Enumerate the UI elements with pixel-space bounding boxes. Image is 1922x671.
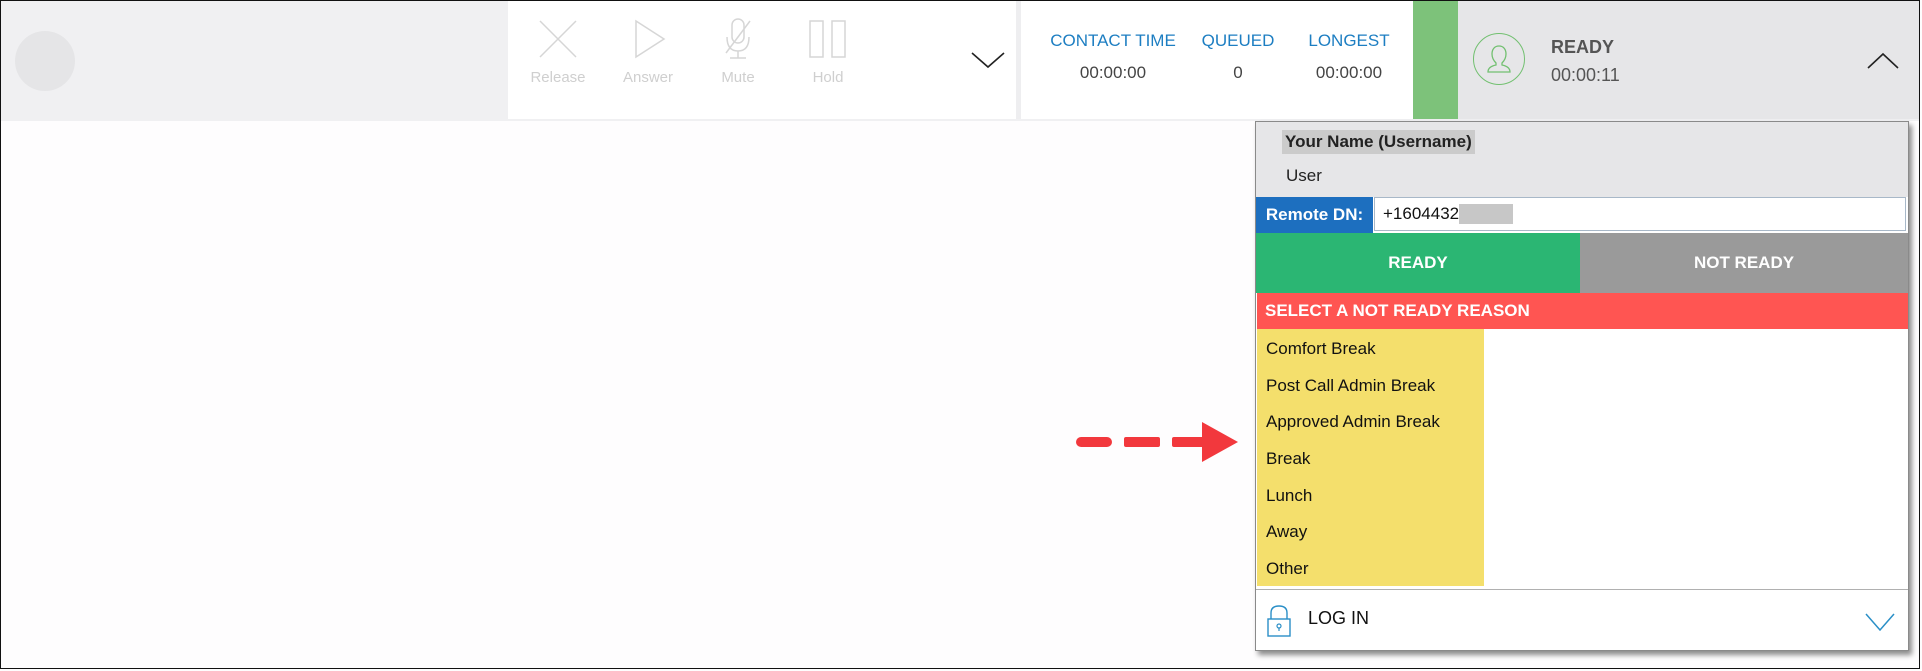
agent-avatar	[1473, 33, 1525, 85]
pause-icon	[809, 20, 846, 58]
reason-comfort-break[interactable]: Comfort Break	[1257, 331, 1484, 368]
remote-dn-row: Remote DN: +1604432	[1256, 197, 1908, 233]
user-info: Your Name (Username) User	[1256, 122, 1908, 197]
agent-status-area[interactable]: READY 00:00:11	[1458, 1, 1920, 119]
answer-button[interactable]: Answer	[603, 17, 693, 97]
release-button[interactable]: Release	[513, 17, 603, 97]
status-color-indicator	[1413, 1, 1458, 119]
chevron-down-icon[interactable]	[968, 45, 1008, 75]
reason-break[interactable]: Break	[1257, 441, 1484, 478]
chevron-down-icon[interactable]	[1864, 610, 1896, 634]
login-button[interactable]: LOG IN	[1256, 590, 1908, 650]
mic-muted-icon	[725, 18, 751, 59]
not-ready-reason-header: SELECT A NOT READY REASON	[1257, 293, 1908, 329]
reason-other[interactable]: Other	[1257, 551, 1484, 588]
not-ready-reason-list: Comfort Break Post Call Admin Break Appr…	[1257, 329, 1484, 586]
user-name: Your Name (Username)	[1282, 130, 1475, 154]
reason-lunch[interactable]: Lunch	[1257, 478, 1484, 515]
mute-button[interactable]: Mute	[693, 17, 783, 97]
contact-time-label: CONTACT TIME	[1050, 31, 1176, 50]
reason-approved-admin-break[interactable]: Approved Admin Break	[1257, 404, 1484, 441]
reason-away[interactable]: Away	[1257, 514, 1484, 551]
answer-label: Answer	[622, 69, 674, 86]
header-left-area	[1, 1, 508, 119]
call-toolbar: Release Answer Mute Hold	[508, 1, 1016, 119]
hold-label: Hold	[812, 69, 844, 86]
remote-dn-input[interactable]: +1604432	[1374, 197, 1906, 231]
mute-label: Mute	[721, 69, 755, 86]
longest-stat: LONGEST 00:00:00	[1301, 31, 1397, 83]
annotation-arrow-icon	[1076, 422, 1238, 462]
placeholder-avatar	[15, 31, 75, 91]
not-ready-button[interactable]: NOT READY	[1580, 233, 1908, 293]
agent-state-duration: 00:00:11	[1551, 65, 1620, 85]
lock-icon	[1267, 605, 1291, 637]
agent-state: READY	[1551, 37, 1615, 57]
user-icon	[1487, 45, 1511, 73]
agent-state-panel: Your Name (Username) User Remote DN: +16…	[1255, 121, 1909, 651]
redaction-mask	[1459, 204, 1513, 224]
close-icon	[539, 20, 577, 58]
remote-dn-value: +1604432	[1383, 204, 1460, 223]
hold-button[interactable]: Hold	[783, 17, 873, 97]
chevron-up-icon[interactable]	[1865, 46, 1901, 76]
queued-label: QUEUED	[1201, 31, 1275, 50]
queued-value: 0	[1233, 63, 1243, 82]
queued-stat: QUEUED 0	[1198, 31, 1278, 83]
remote-dn-label: Remote DN:	[1256, 197, 1373, 233]
ready-button[interactable]: READY	[1256, 233, 1580, 293]
login-label: LOG IN	[1308, 608, 1370, 628]
longest-value: 00:00:00	[1315, 63, 1383, 82]
play-icon	[635, 19, 666, 59]
user-role: User	[1286, 166, 1322, 185]
contact-time-value: 00:00:00	[1079, 63, 1147, 82]
queue-stats: CONTACT TIME 00:00:00 QUEUED 0 LONGEST 0…	[1021, 1, 1413, 119]
reason-post-call-admin-break[interactable]: Post Call Admin Break	[1257, 368, 1484, 405]
release-label: Release	[530, 69, 586, 86]
contact-time-stat: CONTACT TIME 00:00:00	[1043, 31, 1183, 83]
longest-label: LONGEST	[1308, 31, 1390, 50]
